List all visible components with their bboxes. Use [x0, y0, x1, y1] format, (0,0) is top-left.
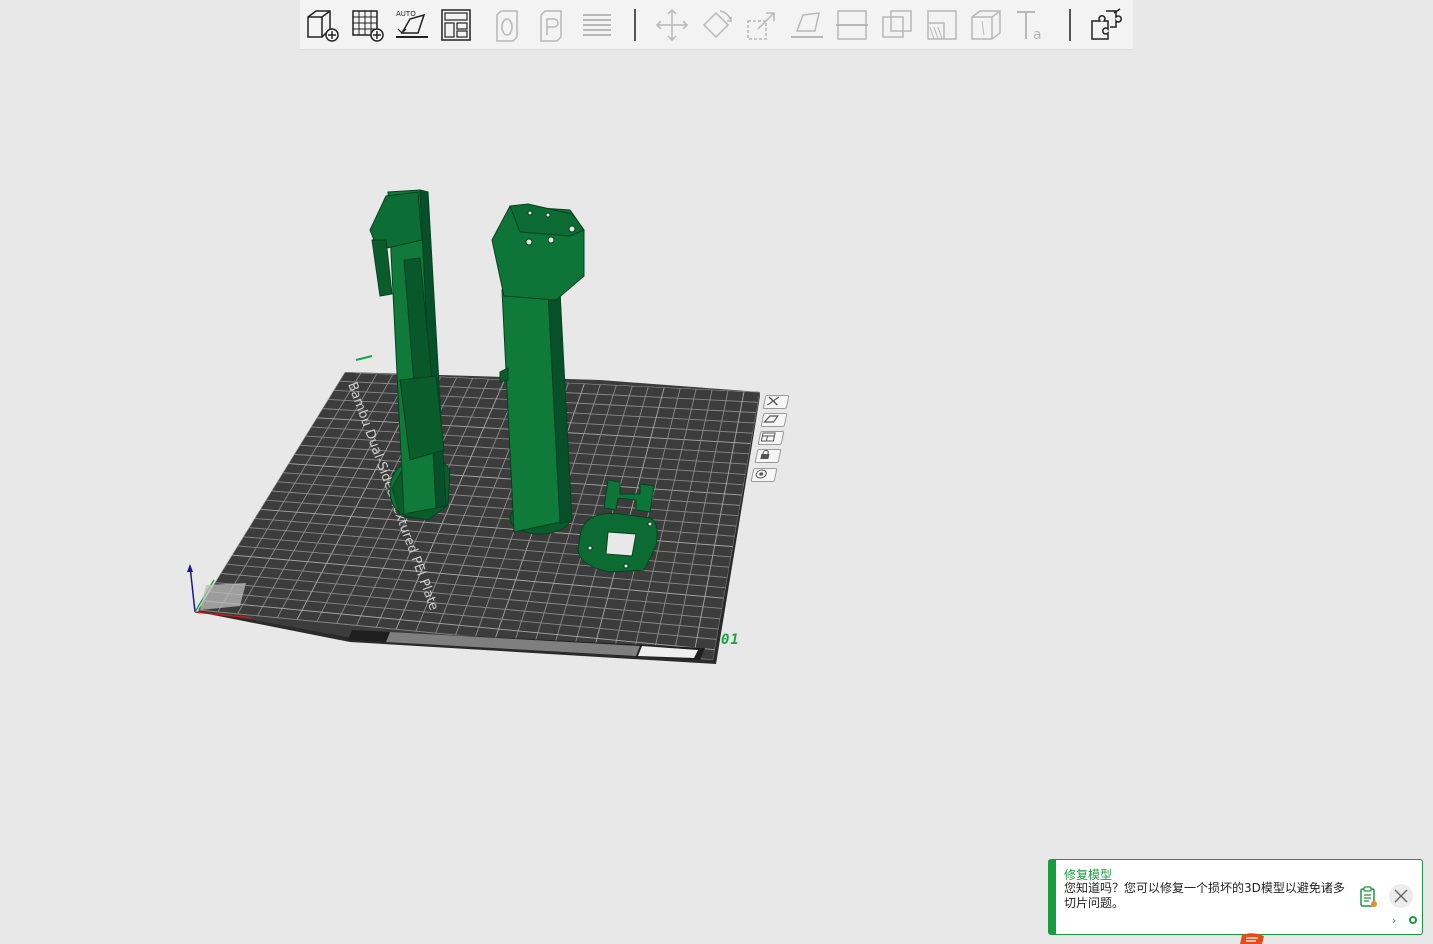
notification-settings-icon[interactable]: [1409, 916, 1417, 924]
boolean-button[interactable]: [878, 6, 916, 44]
top-toolbar: AUTO a: [300, 0, 1133, 50]
lock-icon: [760, 450, 770, 459]
lay-on-face-button[interactable]: [788, 6, 826, 44]
notification-close-button[interactable]: [1389, 884, 1413, 908]
boolean-icon: [882, 10, 912, 38]
auto-orient-button[interactable]: AUTO: [393, 6, 431, 44]
support-paint-icon: [927, 10, 957, 40]
arrange-button[interactable]: [437, 6, 475, 44]
layers-icon: [583, 14, 611, 36]
add-plate-button[interactable]: [348, 6, 386, 44]
plate-delete-button[interactable]: [762, 395, 790, 409]
scene[interactable]: Bambu Dual-Sided Textured PEI Plate: [0, 50, 1433, 944]
svg-text:a: a: [1033, 27, 1042, 43]
split-parts-button[interactable]: [534, 6, 572, 44]
repair-model-notification: 修复模型 您知道吗？您可以修复一个损坏的3D模型以避免诸多切片问题。 ›: [1048, 859, 1423, 935]
cube-add-icon: [307, 10, 339, 42]
auto-orient-icon: AUTO: [396, 10, 428, 38]
clipboard-icon[interactable]: [1358, 886, 1378, 908]
toolbar-separator: [634, 9, 636, 41]
scale-button[interactable]: [743, 6, 781, 44]
split-objects-button[interactable]: [490, 6, 528, 44]
assembly-icon: [1091, 8, 1122, 40]
seam-paint-icon: [971, 10, 1001, 40]
layers-button[interactable]: [578, 6, 616, 44]
support-paint-button[interactable]: [923, 6, 961, 44]
3d-viewport[interactable]: Bambu Dual-Sided Textured PEI Plate: [0, 50, 1433, 944]
move-icon: [655, 8, 689, 42]
text-button[interactable]: a: [1012, 6, 1050, 44]
split-parts-icon: [540, 10, 562, 42]
settings-icon: [755, 469, 767, 479]
rotate-button[interactable]: [697, 6, 735, 44]
plate-orient-button[interactable]: [760, 413, 788, 427]
orient-icon: [763, 415, 779, 423]
split-objects-icon: [496, 10, 518, 42]
close-icon: [1394, 889, 1408, 903]
arrange-icon: [760, 432, 776, 442]
origin-marker: [355, 355, 373, 361]
seam-paint-button[interactable]: [967, 6, 1005, 44]
grid-add-icon: [352, 10, 384, 42]
toolbar-separator: [1069, 9, 1071, 41]
plate-number[interactable]: 01: [721, 632, 740, 648]
cut-button[interactable]: [833, 6, 871, 44]
lay-on-face-icon: [791, 12, 823, 38]
plate-settings-button[interactable]: [750, 468, 778, 482]
add-object-button[interactable]: [303, 6, 341, 44]
rotate-icon: [702, 10, 732, 39]
svg-text:AUTO: AUTO: [396, 10, 416, 18]
close-icon: [767, 396, 780, 406]
app-logo-icon: [1240, 933, 1264, 944]
arrange-icon: [441, 9, 471, 41]
cut-icon: [836, 10, 868, 40]
move-button[interactable]: [653, 6, 691, 44]
notification-body: 您知道吗？您可以修复一个损坏的3D模型以避免诸多切片问题。: [1064, 881, 1345, 910]
text-icon: a: [1017, 11, 1042, 43]
plate-arrange-button[interactable]: [757, 431, 785, 445]
assembly-button[interactable]: [1087, 6, 1125, 44]
plate-lock-button[interactable]: [754, 449, 782, 463]
notification-more-link[interactable]: ›: [1392, 914, 1396, 927]
scale-icon: [747, 12, 775, 40]
